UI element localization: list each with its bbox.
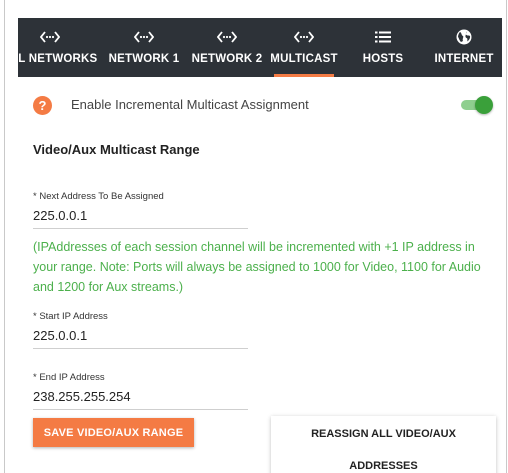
start-ip-field[interactable] — [33, 323, 248, 349]
tab-network-2[interactable]: NETWORK 2 — [186, 18, 268, 77]
range-note: (IPAddresses of each session channel wil… — [33, 240, 481, 294]
tab-label: NETWORK 1 — [108, 53, 180, 65]
tab-label: NETWORK 2 — [191, 53, 263, 65]
tab-all-networks[interactable]: ALL NETWORKS — [18, 18, 102, 77]
next-address-field[interactable] — [33, 203, 248, 229]
tab-label: HOSTS — [362, 53, 404, 65]
tab-label: ALL NETWORKS — [18, 53, 98, 65]
network-icon — [186, 27, 268, 47]
start-ip-label: * Start IP Address — [33, 311, 108, 322]
reassign-label-line2: ADDRESSES — [349, 460, 418, 472]
toggle-label: Enable Incremental Multicast Assignment — [71, 97, 309, 112]
help-icon[interactable]: ? — [33, 96, 52, 115]
end-ip-field[interactable] — [33, 384, 248, 410]
tab-label: INTERNET — [434, 53, 494, 65]
toggle-knob — [475, 96, 493, 114]
network-icon — [102, 27, 186, 47]
network-icon — [18, 27, 102, 47]
reassign-all-addresses-button[interactable]: REASSIGN ALL VIDEO/AUX ADDRESSES — [271, 416, 496, 473]
network-tab-bar: ALL NETWORKS NETWORK 1 NETWORK 2 MULTICA… — [18, 18, 502, 77]
globe-icon — [428, 27, 500, 47]
tab-label: MULTICAST — [270, 53, 338, 65]
next-address-label: * Next Address To Be Assigned — [33, 191, 164, 202]
list-icon — [350, 27, 416, 47]
tab-internet[interactable]: INTERNET — [428, 18, 500, 77]
end-ip-label: * End IP Address — [33, 372, 105, 383]
reassign-label-line1: REASSIGN ALL VIDEO/AUX — [311, 428, 456, 440]
section-title: Video/Aux Multicast Range — [33, 142, 200, 157]
app-frame: ALL NETWORKS NETWORK 1 NETWORK 2 MULTICA… — [4, 0, 507, 473]
incremental-multicast-toggle[interactable] — [461, 96, 493, 114]
tab-hosts[interactable]: HOSTS — [350, 18, 416, 77]
save-video-aux-range-button[interactable]: SAVE VIDEO/AUX RANGE — [33, 418, 194, 447]
network-icon — [268, 27, 340, 47]
tab-network-1[interactable]: NETWORK 1 — [102, 18, 186, 77]
tab-multicast[interactable]: MULTICAST — [268, 18, 340, 77]
